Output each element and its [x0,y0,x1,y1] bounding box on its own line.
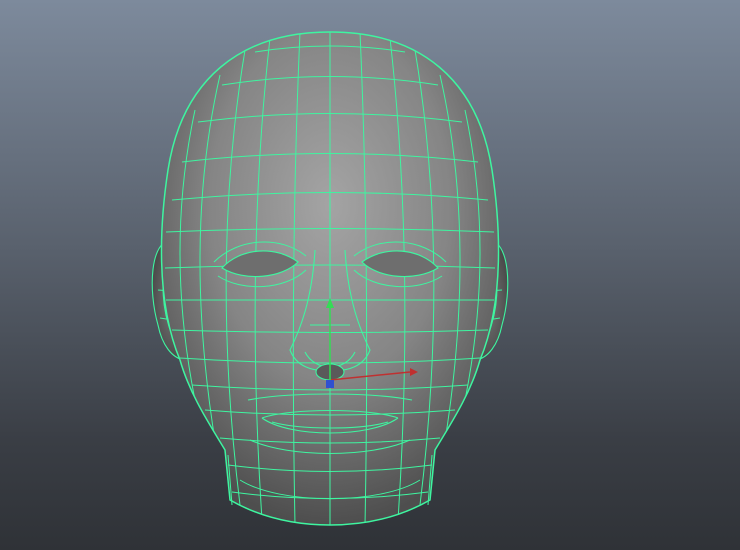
manipulator-z-handle [326,380,334,388]
3d-viewport[interactable] [0,0,740,550]
viewport-canvas [151,31,509,526]
